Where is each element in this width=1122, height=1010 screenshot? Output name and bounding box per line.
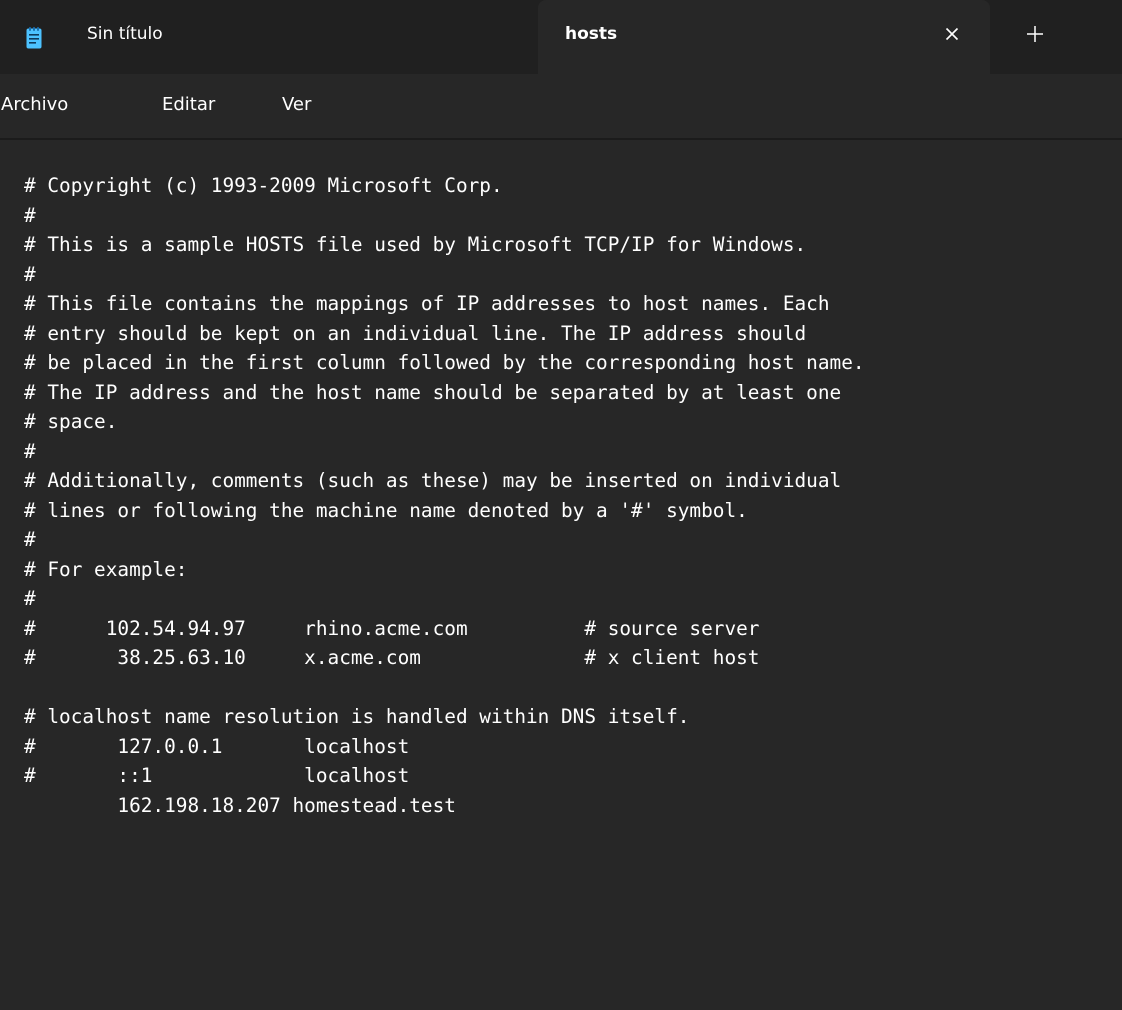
tab-label: Sin título	[87, 24, 163, 44]
new-tab-button[interactable]	[1013, 14, 1057, 54]
editor-line: # space.	[24, 410, 118, 433]
editor-line: # Copyright (c) 1993-2009 Microsoft Corp…	[24, 174, 503, 197]
menu-bar: Archivo Editar Ver	[0, 74, 1122, 140]
editor-line: # 102.54.94.97 rhino.acme.com # source s…	[24, 616, 760, 640]
tab-bar: Sin título hosts	[0, 0, 1122, 74]
tab-label: hosts	[565, 24, 618, 44]
editor-line: # This file contains the mappings of IP …	[24, 292, 830, 315]
editor-line: #	[24, 587, 36, 610]
close-icon	[945, 27, 959, 41]
editor-line: # 127.0.0.1 localhost	[24, 734, 410, 758]
notepad-icon	[26, 27, 42, 49]
editor-line: # lines or following the machine name de…	[24, 498, 748, 522]
editor-line: # 38.25.63.10 x.acme.com # x client host	[24, 646, 760, 669]
menu-edit[interactable]: Editar	[162, 94, 215, 115]
menu-view[interactable]: Ver	[282, 94, 311, 115]
text-editor[interactable]: # Copyright (c) 1993-2009 Microsoft Corp…	[0, 140, 1122, 1010]
editor-line: # ::1 localhost	[24, 764, 410, 787]
editor-line: # Additionally, comments (such as these)…	[24, 469, 842, 492]
editor-line: # The IP address and the host name shoul…	[24, 380, 842, 404]
notepad-window: Sin título hosts Archivo Editar Ver # Co…	[0, 0, 1122, 1010]
plus-icon	[1027, 26, 1043, 42]
close-tab-button[interactable]	[932, 14, 972, 54]
editor-line: #	[24, 439, 36, 463]
editor-line: # be placed in the first column followed…	[24, 351, 865, 374]
tab-hosts[interactable]: hosts	[538, 0, 990, 74]
editor-line: # entry should be kept on an individual …	[24, 321, 807, 345]
editor-line: #	[24, 203, 36, 227]
editor-line: #	[24, 528, 36, 551]
menu-file[interactable]: Archivo	[1, 94, 68, 115]
editor-line: # This is a sample HOSTS file used by Mi…	[24, 233, 807, 256]
editor-line: #	[24, 262, 36, 286]
editor-line: # localhost name resolution is handled w…	[24, 705, 690, 728]
tab-sin-titulo[interactable]: Sin título	[0, 0, 520, 74]
editor-line: 162.198.18.207 homestead.test	[24, 793, 456, 817]
editor-content[interactable]: # Copyright (c) 1993-2009 Microsoft Corp…	[24, 171, 865, 820]
editor-line: # For example:	[24, 557, 188, 581]
